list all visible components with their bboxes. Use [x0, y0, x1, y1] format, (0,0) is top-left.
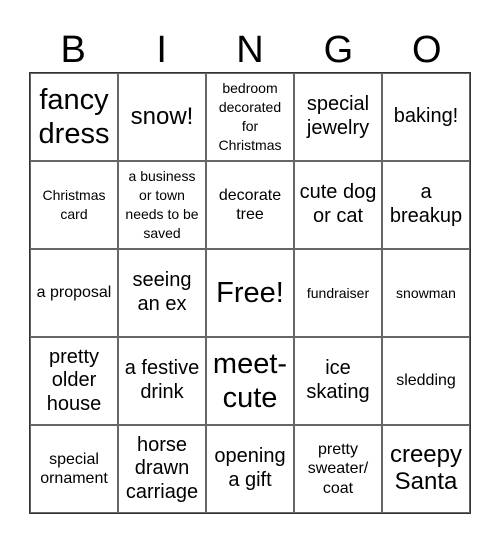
bingo-cell[interactable]: a business or town needs to be saved	[118, 161, 206, 249]
bingo-cell[interactable]: seeing an ex	[118, 249, 206, 337]
bingo-cell[interactable]: opening a gift	[206, 425, 294, 513]
cell-text: snow!	[130, 102, 194, 130]
cell-text: Christmas card	[42, 187, 106, 222]
bingo-cell[interactable]: cute dog or cat	[294, 161, 382, 249]
cell-text: bedroom decorated for Christmas	[218, 80, 282, 153]
header-letter-o: O	[412, 29, 442, 71]
bingo-cell[interactable]: Christmas card	[30, 161, 118, 249]
bingo-cell[interactable]: snowman	[382, 249, 470, 337]
free-space-cell[interactable]: Free!	[206, 249, 294, 337]
bingo-cell[interactable]: horse drawn carriage	[118, 425, 206, 513]
bingo-cell[interactable]: pretty older house	[30, 337, 118, 425]
bingo-cell[interactable]: a proposal	[30, 249, 118, 337]
cell-text: pretty sweater/ coat	[307, 441, 369, 497]
bingo-cell[interactable]: pretty sweater/ coat	[294, 425, 382, 513]
bingo-header: B I N G O	[29, 28, 471, 72]
header-letter-b: B	[60, 29, 86, 71]
cell-text: opening a gift	[214, 445, 286, 491]
bingo-cell[interactable]: ice skating	[294, 337, 382, 425]
bingo-cell[interactable]: fundraiser	[294, 249, 382, 337]
cell-text: meet-cute	[212, 347, 288, 414]
cell-text: ice skating	[306, 357, 370, 403]
cell-text: special jewelry	[306, 93, 370, 139]
cell-text: fancy dress	[38, 83, 110, 150]
bingo-cell[interactable]: a festive drink	[118, 337, 206, 425]
bingo-cell[interactable]: special jewelry	[294, 73, 382, 161]
cell-text: a business or town needs to be saved	[125, 168, 199, 241]
bingo-cell[interactable]: snow!	[118, 73, 206, 161]
cell-text: decorate tree	[218, 186, 282, 223]
bingo-cell[interactable]: fancy dress	[30, 73, 118, 161]
bingo-cell[interactable]: decorate tree	[206, 161, 294, 249]
header-letter-g: G	[323, 29, 354, 71]
header-letter-n: N	[236, 29, 264, 71]
bingo-cell[interactable]: creepy Santa	[382, 425, 470, 513]
cell-text: cute dog or cat	[299, 181, 377, 227]
cell-text: special ornament	[40, 450, 108, 487]
cell-text: a festive drink	[124, 357, 200, 403]
cell-text: snowman	[396, 284, 456, 301]
bingo-cell[interactable]: baking!	[382, 73, 470, 161]
cell-text: seeing an ex	[132, 269, 192, 315]
cell-text: pretty older house	[46, 345, 102, 415]
bingo-cell[interactable]: bedroom decorated for Christmas	[206, 73, 294, 161]
cell-text: Free!	[216, 276, 284, 309]
cell-text: creepy Santa	[389, 441, 463, 495]
bingo-cell[interactable]: a breakup	[382, 161, 470, 249]
cell-text: sledding	[396, 372, 456, 390]
cell-text: baking!	[393, 105, 459, 128]
bingo-grid: fancy dress snow! bedroom decorated for …	[29, 72, 471, 514]
bingo-cell[interactable]: meet-cute	[206, 337, 294, 425]
cell-text: a breakup	[389, 181, 463, 227]
cell-text: a proposal	[36, 284, 112, 302]
header-letter-i: I	[156, 29, 167, 71]
cell-text: horse drawn carriage	[125, 433, 199, 503]
bingo-cell[interactable]: special ornament	[30, 425, 118, 513]
cell-text: fundraiser	[306, 284, 370, 301]
bingo-cell[interactable]: sledding	[382, 337, 470, 425]
